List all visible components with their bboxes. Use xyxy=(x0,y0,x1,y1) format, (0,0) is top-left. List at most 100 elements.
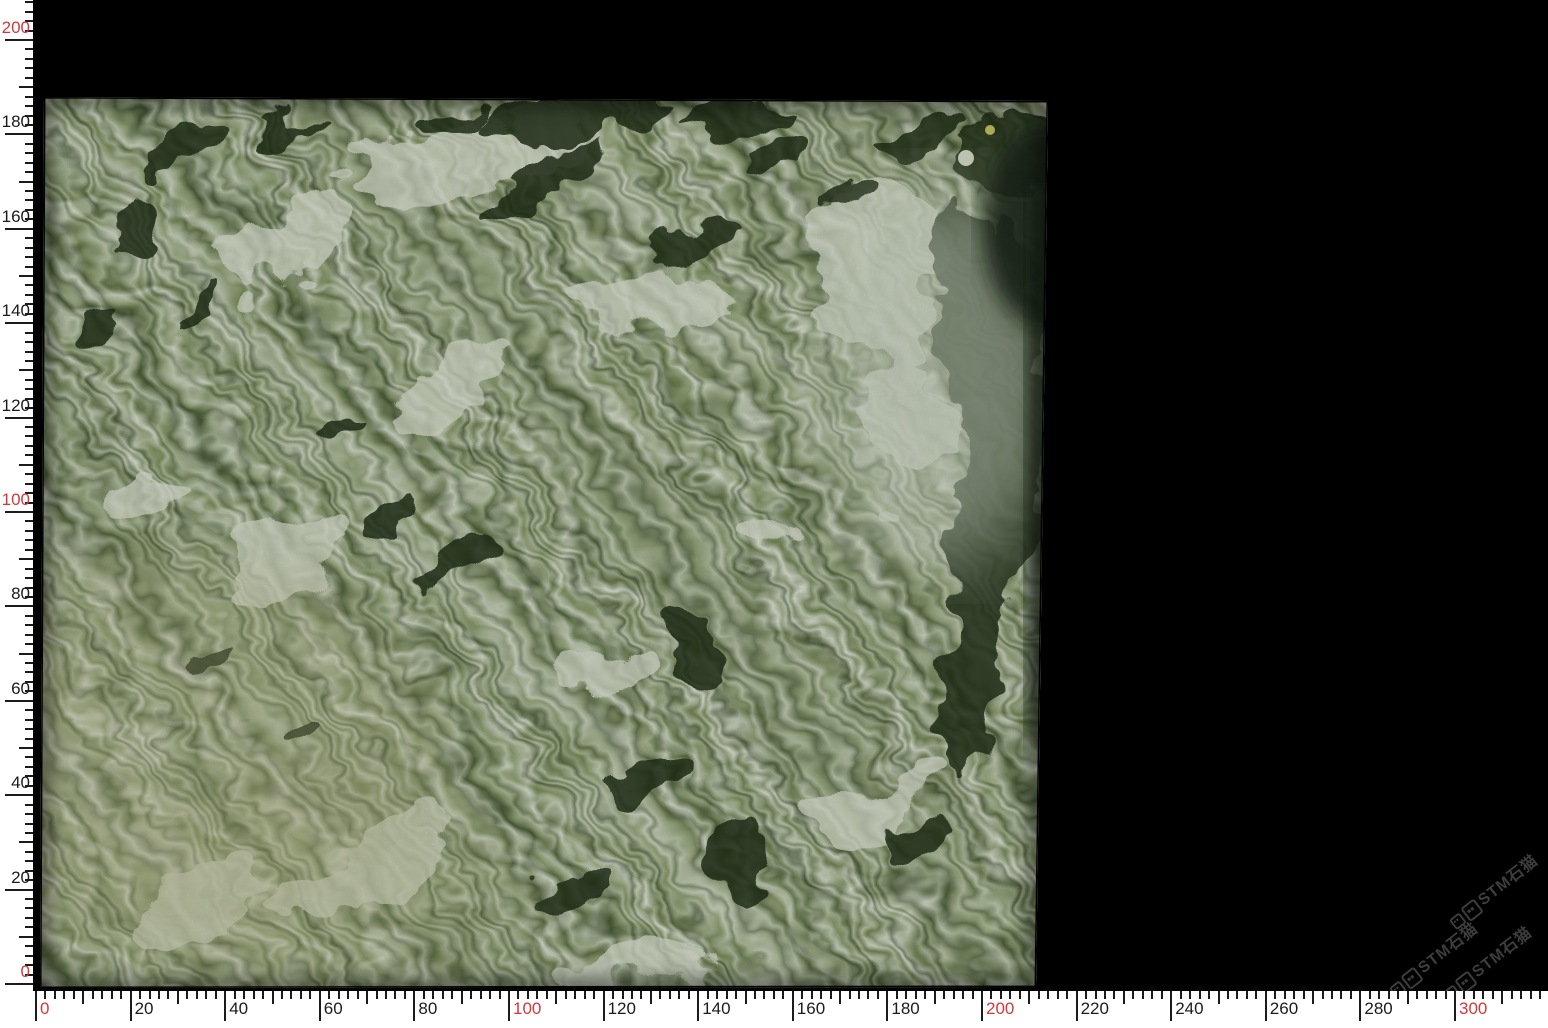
ruler-tick xyxy=(54,991,56,999)
ruler-tick xyxy=(234,991,236,999)
ruler-tick xyxy=(25,332,33,334)
ruler-tick xyxy=(25,832,33,834)
ruler-tick xyxy=(5,322,33,324)
ruler-tick xyxy=(338,991,340,999)
ruler-tick xyxy=(1359,991,1361,1021)
ruler-tick xyxy=(130,991,132,1021)
vertical-ruler: 020406080100120140160180200 xyxy=(0,0,33,1028)
ruler-label: 280 xyxy=(1364,1000,1392,1018)
ruler-label: 100 xyxy=(2,491,30,509)
ruler-tick xyxy=(25,766,33,768)
ruler-tick xyxy=(1426,991,1428,999)
ruler-label: 140 xyxy=(702,1000,730,1018)
ruler-tick xyxy=(1161,991,1163,999)
ruler-tick xyxy=(101,991,103,999)
ruler-tick xyxy=(25,813,33,815)
ruler-tick xyxy=(205,991,207,999)
ruler-tick xyxy=(593,991,595,999)
ruler-tick xyxy=(688,991,690,999)
slab-viewer-canvas: STM石猫STM石猫STM石猫 020406080100120140160180… xyxy=(0,0,1548,1028)
ruler-tick xyxy=(461,991,463,1004)
ruler-tick xyxy=(25,190,33,192)
ruler-tick xyxy=(25,360,33,362)
ruler-label: 120 xyxy=(2,397,30,415)
ruler-tick xyxy=(25,58,33,60)
ruler-tick xyxy=(243,991,245,999)
ruler-label: 60 xyxy=(324,1000,343,1018)
ruler-tick xyxy=(839,991,841,1004)
ruler-tick xyxy=(962,991,964,999)
ruler-tick xyxy=(584,991,586,999)
ruler-tick xyxy=(25,96,33,98)
ruler-tick xyxy=(25,851,33,853)
ruler-tick xyxy=(281,991,283,999)
ruler-tick xyxy=(1473,991,1475,999)
ruler-tick xyxy=(735,991,737,999)
ruler-tick xyxy=(19,653,33,655)
ruler-tick xyxy=(1454,991,1456,1021)
slab-texture xyxy=(38,96,1048,988)
ruler-label: 220 xyxy=(1081,1000,1109,1018)
ruler-tick xyxy=(1520,991,1522,999)
ruler-tick xyxy=(25,804,33,806)
ruler-tick xyxy=(546,991,548,999)
ruler-label: 20 xyxy=(11,869,30,887)
ruler-label: 80 xyxy=(418,1000,437,1018)
ruler-label: 140 xyxy=(2,302,30,320)
ruler-tick xyxy=(25,445,33,447)
ruler-tick xyxy=(801,991,803,999)
ruler-tick xyxy=(972,991,974,999)
ruler-tick xyxy=(877,991,879,999)
ruler-tick xyxy=(726,991,728,999)
ruler-tick xyxy=(1132,991,1134,999)
ruler-tick xyxy=(25,341,33,343)
ruler-tick xyxy=(25,67,33,69)
ruler-tick xyxy=(19,558,33,560)
ruler-tick xyxy=(1246,991,1248,999)
ruler-tick xyxy=(25,379,33,381)
ruler-tick xyxy=(25,728,33,730)
slab-image[interactable] xyxy=(38,96,1048,988)
ruler-tick xyxy=(612,991,614,999)
ruler-tick xyxy=(1000,991,1002,999)
ruler-tick xyxy=(25,643,33,645)
ruler-tick xyxy=(25,105,33,107)
ruler-tick xyxy=(272,991,274,1004)
ruler-tick xyxy=(25,152,33,154)
ruler-tick xyxy=(1255,991,1257,999)
ruler-tick xyxy=(25,294,33,296)
watermark-text: STM石猫 xyxy=(1475,852,1542,910)
ruler-label: 260 xyxy=(1270,1000,1298,1018)
ruler-label: 20 xyxy=(135,1000,154,1018)
ruler-tick xyxy=(1312,991,1314,1004)
ruler-tick xyxy=(224,991,226,1021)
ruler-tick xyxy=(44,991,46,999)
ruler-tick xyxy=(763,991,765,999)
ruler-tick xyxy=(1530,991,1532,999)
ruler-tick xyxy=(158,991,160,999)
ruler-tick xyxy=(385,991,387,999)
ruler-tick xyxy=(25,634,33,636)
ruler-tick xyxy=(19,86,33,88)
horizontal-ruler: 0204060801001201401601802002202402602803… xyxy=(0,991,1548,1028)
ruler-tick xyxy=(1350,991,1352,999)
ruler-tick xyxy=(25,945,33,947)
ruler-tick xyxy=(886,991,888,1021)
ruler-tick xyxy=(25,426,33,428)
ruler-tick xyxy=(1265,991,1267,1021)
ruler-tick xyxy=(659,991,661,999)
ruler-tick xyxy=(25,738,33,740)
ruler-tick xyxy=(669,991,671,999)
ruler-tick xyxy=(1019,991,1021,999)
ruler-tick xyxy=(1151,991,1153,999)
ruler-tick xyxy=(811,991,813,999)
ruler-tick xyxy=(5,133,33,135)
ruler-tick xyxy=(830,991,832,999)
ruler-tick xyxy=(5,417,33,419)
ruler-tick xyxy=(19,841,33,843)
ruler-tick xyxy=(25,237,33,239)
ruler-tick xyxy=(262,991,264,999)
ruler-tick xyxy=(25,539,33,541)
ruler-tick xyxy=(196,991,198,999)
ruler-tick xyxy=(25,454,33,456)
